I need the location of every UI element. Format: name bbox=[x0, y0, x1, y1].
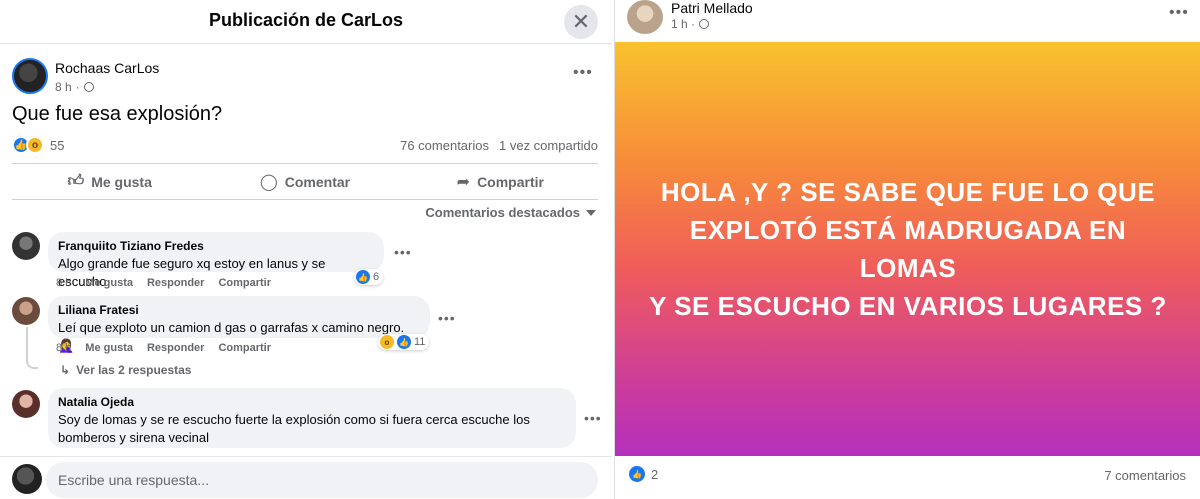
feed-post-text-line: HOLA ,Y ? SE SABE QUE FUE LO QUE bbox=[660, 177, 1156, 207]
globe-icon bbox=[83, 82, 94, 92]
post-stats: 76 comentarios 1 vez compartido bbox=[400, 138, 598, 153]
post-modal: Publicación de CarLos ✕ Rochaas CarLos 8… bbox=[0, 0, 612, 499]
comment-bubble: Franquiito Tiziano Fredes Algo grande fu… bbox=[48, 232, 384, 289]
comment-reaction-count: 6 bbox=[373, 271, 380, 283]
comment-author[interactable]: Franquiito Tiziano Fredes bbox=[58, 239, 374, 253]
comment-text: Soy de lomas y se re escucho fuerte la e… bbox=[58, 411, 566, 447]
comment-reactions[interactable]: 👍 6 bbox=[354, 269, 384, 285]
comment-share-button[interactable]: Compartir bbox=[218, 277, 271, 289]
comment-avatar[interactable] bbox=[12, 297, 40, 325]
comment-reactions[interactable]: o 👍 11 bbox=[378, 334, 430, 350]
comment-bubble: Natalia Ojeda Soy de lomas y se re escuc… bbox=[48, 388, 576, 448]
feed-post-meta: 1 h · bbox=[671, 17, 710, 31]
feed-post-text: HOLA ,Y ? SE SABE QUE FUE LO QUE EXPLOTÓ… bbox=[648, 173, 1168, 325]
comment-more-button[interactable]: ••• bbox=[438, 310, 456, 326]
comment-avatar[interactable] bbox=[12, 390, 40, 418]
reaction-count: 55 bbox=[50, 137, 65, 153]
comment-author[interactable]: Liliana Fratesi bbox=[58, 303, 420, 317]
wow-icon: o bbox=[380, 335, 394, 349]
comment-bubble-icon: ◯ bbox=[259, 173, 278, 191]
like-button[interactable]: 👍︎ Me gusta bbox=[12, 164, 207, 199]
caret-down-icon bbox=[586, 209, 596, 216]
comment-more-button[interactable]: ••• bbox=[394, 244, 412, 260]
reply-thread-line bbox=[26, 327, 38, 369]
feed-post-text-line: Y SE ESCUCHO EN VARIOS LUGARES ? bbox=[649, 291, 1167, 321]
post-more-options-button[interactable]: ••• bbox=[573, 64, 593, 82]
like-icon: 👍 bbox=[356, 270, 370, 284]
feed-post-more-button[interactable]: ••• bbox=[1169, 4, 1189, 22]
reply-arrow-icon: ↳ bbox=[60, 363, 71, 377]
like-icon: 👍 bbox=[397, 335, 411, 349]
modal-title: Publicación de CarLos bbox=[208, 10, 404, 30]
feed-post-author-name[interactable]: Patri Mellado bbox=[671, 0, 753, 16]
feed-post-background-text: HOLA ,Y ? SE SABE QUE FUE LO QUE EXPLOTÓ… bbox=[615, 42, 1200, 456]
view-replies-label: Ver las 2 respuestas bbox=[76, 363, 192, 377]
feed-post: Patri Mellado 1 h · ••• HOLA ,Y ? SE SAB… bbox=[614, 0, 1200, 499]
comment-more-button[interactable]: ••• bbox=[584, 410, 602, 426]
post-actions-bar: 👍︎ Me gusta ◯ Comentar ➦ Compartir bbox=[12, 163, 598, 200]
share-arrow-icon: ➦ bbox=[456, 173, 471, 191]
comment-time[interactable]: 8 h bbox=[56, 342, 71, 354]
comment-share-button[interactable]: Compartir bbox=[218, 342, 271, 354]
post-time[interactable]: 8 h bbox=[55, 80, 72, 94]
like-button-label: Me gusta bbox=[91, 173, 152, 190]
comment-time[interactable]: 8 h bbox=[56, 277, 71, 289]
comment-sort-dropdown[interactable]: Comentarios destacados bbox=[425, 205, 596, 220]
feed-post-comment-count[interactable]: 7 comentarios bbox=[1104, 468, 1186, 483]
thumbs-up-icon: 👍︎ bbox=[67, 173, 85, 190]
post-reactions[interactable]: 👍 o 55 bbox=[12, 136, 64, 154]
modal-header: Publicación de CarLos ✕ bbox=[0, 0, 612, 44]
current-user-avatar bbox=[12, 464, 42, 494]
comment-text-line: Soy de lomas y se re escucho fuerte la e… bbox=[58, 412, 530, 427]
share-count-link[interactable]: 1 vez compartido bbox=[499, 138, 598, 153]
comment-actions: 8 h Me gusta Responder Compartir bbox=[56, 342, 271, 354]
comment-text-line: bomberos y sirena vecinal bbox=[58, 430, 210, 445]
comment-reply-button[interactable]: Responder bbox=[147, 277, 204, 289]
reply-input[interactable] bbox=[46, 462, 598, 498]
comment-author[interactable]: Natalia Ojeda bbox=[58, 395, 566, 409]
feed-post-text-line: EXPLOTÓ ESTÁ MADRUGADA EN LOMAS bbox=[689, 215, 1127, 283]
comment-reaction-count: 11 bbox=[414, 336, 426, 348]
comment-reply-button[interactable]: Responder bbox=[147, 342, 204, 354]
feed-post-reactions[interactable]: 👍 2 bbox=[629, 466, 658, 482]
wow-icon: o bbox=[26, 136, 44, 154]
comment-like-button[interactable]: Me gusta bbox=[85, 342, 133, 354]
screenshot-root: Publicación de CarLos ✕ Rochaas CarLos 8… bbox=[0, 0, 1200, 499]
comment-sort-label: Comentarios destacados bbox=[425, 205, 580, 220]
comment-avatar[interactable] bbox=[12, 232, 40, 260]
post-author-avatar[interactable] bbox=[12, 58, 48, 94]
globe-icon bbox=[699, 19, 710, 29]
like-icon: 👍 bbox=[629, 466, 645, 482]
share-button-label: Compartir bbox=[477, 173, 544, 190]
view-replies-button[interactable]: ↳ Ver las 2 respuestas bbox=[60, 363, 191, 377]
comment-button[interactable]: ◯ Comentar bbox=[207, 164, 402, 199]
comment-actions: 8 h Me gusta Responder Compartir bbox=[56, 277, 271, 289]
post-meta: 8 h · bbox=[55, 80, 94, 94]
feed-post-time[interactable]: 1 h · bbox=[671, 17, 695, 31]
post-author-name[interactable]: Rochaas CarLos bbox=[55, 60, 159, 76]
comment-button-label: Comentar bbox=[284, 173, 351, 190]
feed-post-author-avatar[interactable] bbox=[627, 0, 663, 34]
reply-composer bbox=[0, 456, 612, 499]
share-button[interactable]: ➦ Compartir bbox=[403, 164, 598, 199]
feed-post-reaction-count: 2 bbox=[651, 466, 659, 482]
comment-like-button[interactable]: Me gusta bbox=[85, 277, 133, 289]
post-text: Que fue esa explosión? bbox=[12, 103, 223, 125]
close-icon: ✕ bbox=[571, 9, 591, 34]
comment-count-link[interactable]: 76 comentarios bbox=[400, 138, 489, 153]
comment-bubble: Liliana Fratesi Leí que exploto un camio… bbox=[48, 296, 430, 353]
close-button[interactable]: ✕ bbox=[564, 5, 598, 39]
